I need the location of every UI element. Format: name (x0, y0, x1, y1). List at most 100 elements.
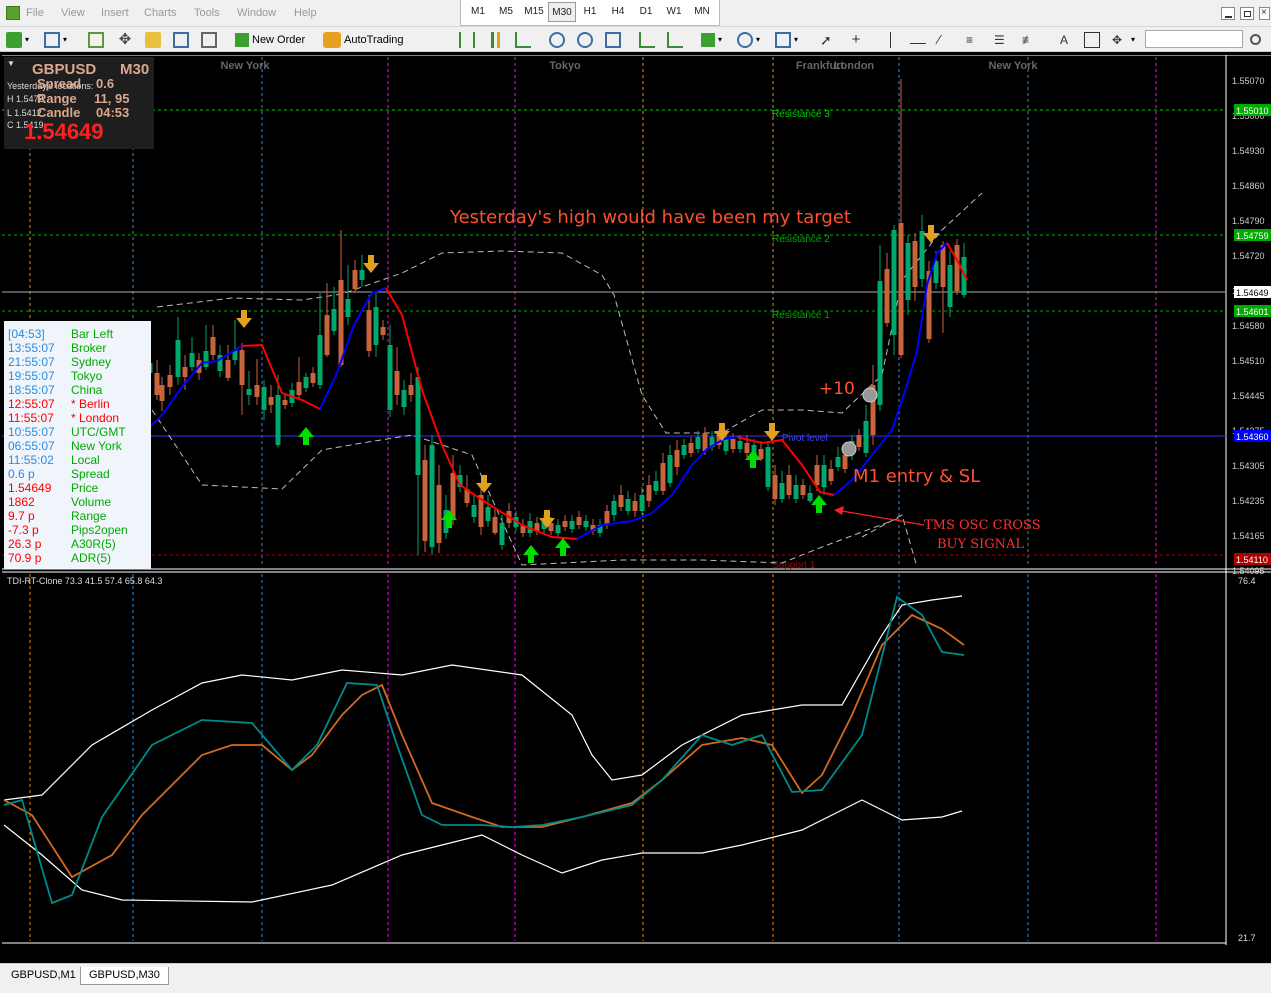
fibonacci-button[interactable]: ☰ (994, 30, 1010, 49)
minimize-button[interactable] (1221, 7, 1235, 20)
dropdown-icon: ▾ (794, 35, 799, 44)
new-order-button[interactable]: New Order (235, 30, 305, 49)
menu-item[interactable]: Charts (144, 7, 176, 19)
chart-shift-button[interactable] (639, 30, 655, 49)
menu-item[interactable]: Insert (101, 7, 129, 19)
info-time: 11:55:02 (8, 453, 54, 467)
menu-item[interactable]: Window (237, 7, 276, 19)
annotation-plus10: +10 (819, 379, 855, 399)
autoscroll-icon (667, 31, 683, 48)
timeframe-w1[interactable]: W1 (660, 6, 688, 17)
info-time: 13:55:07 (8, 341, 55, 355)
timeframe-m1[interactable]: M1 (464, 6, 492, 17)
zoom-in-button[interactable] (549, 30, 565, 49)
info-label: * London (71, 411, 120, 425)
navigator-button[interactable]: ✥ (117, 30, 133, 49)
menu-item[interactable]: Tools (194, 7, 220, 19)
periods-button[interactable]: ▾ (737, 30, 760, 49)
timeframe-m15[interactable]: M15 (520, 6, 548, 17)
vertical-line-button[interactable] (882, 30, 906, 49)
search-input[interactable] (1145, 30, 1243, 48)
templates-button[interactable]: ▾ (775, 30, 798, 49)
label-tool-button[interactable] (1084, 30, 1100, 49)
candle-body (723, 439, 729, 451)
arrows-tool-button[interactable]: ✥ ▾ (1112, 30, 1135, 49)
info-label: Range (71, 509, 107, 523)
fib-fan-button[interactable]: ≢ (1022, 30, 1038, 49)
crosshair-button[interactable]: + (848, 30, 864, 49)
tester-button[interactable] (201, 30, 217, 49)
candle-body (604, 511, 610, 525)
terminal-button[interactable] (173, 30, 189, 49)
menu-item[interactable]: File (26, 7, 44, 19)
info-label: Local (71, 453, 100, 467)
info-label: Spread (71, 467, 110, 481)
line-chart-button[interactable] (515, 30, 531, 49)
candle-body (373, 307, 379, 345)
candle-body (765, 447, 771, 487)
candle-body (583, 521, 589, 527)
dropdown-icon: ▾ (1131, 35, 1136, 44)
candle-body (555, 525, 561, 533)
autotrading-button[interactable]: AutoTrading (323, 30, 404, 49)
timeframe-h1[interactable]: H1 (576, 6, 604, 17)
chart-window[interactable]: New York Tokyo Frankfurt London New York Resi… (2, 55, 1271, 945)
text-tool-button[interactable]: A (1056, 30, 1072, 49)
candle-body (569, 521, 575, 529)
info-time: 1.54649 (8, 481, 52, 495)
timeframe-h4[interactable]: H4 (604, 6, 632, 17)
price-tick: 1.54235 (1232, 496, 1265, 506)
autotrading-label: AutoTrading (344, 33, 404, 46)
menu-item[interactable]: Help (294, 7, 317, 19)
indicators-button[interactable]: ▾ (701, 30, 722, 49)
tab-gbpusd-m30[interactable]: GBPUSD,M30 (80, 967, 169, 985)
candle-body (758, 449, 764, 459)
menu-item[interactable]: View (61, 7, 85, 19)
tile-icon (605, 31, 621, 48)
candle-body (884, 269, 890, 323)
crosshair-move-icon: ✥ (118, 30, 132, 48)
candle-body (912, 241, 918, 287)
close-icon: × (1261, 7, 1267, 18)
timeframe-m5[interactable]: M5 (492, 6, 520, 17)
candle-body (625, 499, 631, 511)
tab-gbpusd-m1[interactable]: GBPUSD,M1 (3, 967, 84, 985)
bar-chart-button[interactable] (459, 30, 475, 49)
timeframe-toolbar: M1 M5 M15 M30 H1 H4 D1 W1 MN (460, 0, 720, 26)
favorites-button[interactable] (145, 30, 161, 49)
candle-body (436, 485, 442, 543)
tile-windows-button[interactable] (605, 30, 621, 49)
price-tag-text: 1.54649 (1236, 288, 1269, 298)
candle-body (681, 445, 687, 455)
timeframe-m30[interactable]: M30 (548, 2, 576, 22)
candle-chart-button[interactable] (487, 30, 503, 49)
info-time: 10:55:07 (8, 425, 55, 439)
zoom-out-button[interactable] (577, 30, 593, 49)
channel-icon: ≡ (966, 32, 974, 47)
autoscroll-button[interactable] (667, 30, 683, 49)
timeframe-mn[interactable]: MN (688, 6, 716, 17)
market-watch-button[interactable] (88, 30, 104, 49)
candle-body (688, 443, 694, 453)
horizontal-line-button[interactable] (910, 30, 926, 49)
search-button[interactable] (1250, 30, 1261, 49)
info-time: 1862 (8, 495, 35, 509)
candle-body (842, 455, 848, 469)
channel-button[interactable]: ≡ (966, 30, 982, 49)
price-tick: 1.54165 (1232, 531, 1265, 541)
candle-body (492, 517, 498, 533)
cursor-button[interactable]: ➚ (820, 30, 836, 49)
candle-body (422, 460, 428, 541)
session-label: New York (988, 60, 1038, 72)
new-chart-button[interactable]: ▾ (6, 30, 29, 49)
candle-body (807, 493, 813, 501)
upper-envelope (156, 192, 983, 434)
info-time: 26.3 p (8, 537, 42, 551)
restore-button[interactable] (1240, 7, 1254, 20)
trendline-button[interactable]: ⁄ (938, 30, 954, 49)
close-button[interactable]: × (1259, 7, 1270, 20)
timeframe-d1[interactable]: D1 (632, 6, 660, 17)
sell-arrow-icon (236, 310, 252, 328)
profiles-button[interactable]: ▾ (44, 30, 67, 49)
price-chart[interactable]: New York Tokyo FrankfurtLondon New YorkResi… (2, 55, 1271, 945)
